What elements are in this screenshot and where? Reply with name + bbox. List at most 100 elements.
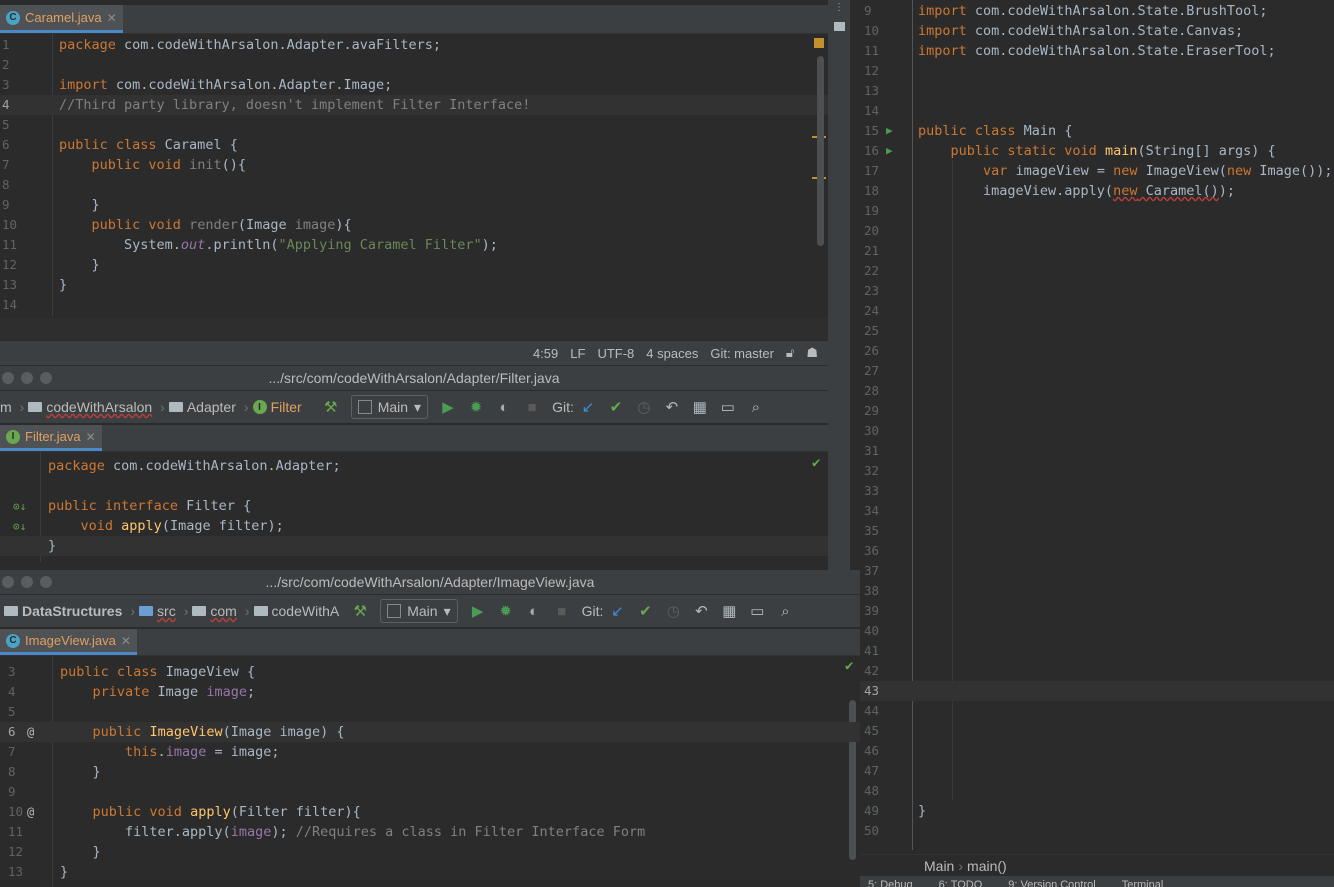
code-line[interactable]: 11 filter.apply(image); //Requires a cla… [0,822,860,842]
caret-position[interactable]: 4:59 [533,346,558,361]
code-line[interactable]: 5 [0,702,860,722]
code-line[interactable]: 9 import com.codeWithArsalon.State.BrushT… [828,1,1334,21]
code-line[interactable]: 16 ▶ public static void main(String[] arg… [828,141,1334,161]
run-icon[interactable]: ▶ [467,600,489,622]
stop-icon[interactable]: ■ [521,396,543,418]
vcs-commit-icon[interactable]: ✔ [634,600,656,622]
close-window-button[interactable] [2,372,14,384]
run-icon[interactable]: ▶ [437,396,459,418]
code-line[interactable] [0,476,828,496]
vertical-scrollbar[interactable] [817,56,824,246]
code-line[interactable]: 31 [828,441,1334,461]
code-line[interactable]: 12 } [0,842,860,862]
breadcrumb-class[interactable]: Main [924,858,954,874]
code-line[interactable]: 47 [828,761,1334,781]
code-line[interactable]: 15 ▶ public class Main { [828,121,1334,141]
code-line[interactable]: 25 [828,321,1334,341]
code-line[interactable]: 14 [0,295,828,315]
code-line[interactable]: 20 [828,221,1334,241]
close-icon[interactable]: ✕ [86,430,96,444]
code-line[interactable]: 48 [828,781,1334,801]
code-line[interactable]: 35 [828,521,1334,541]
code-line[interactable]: 7 this.image = image; [0,742,860,762]
code-line[interactable]: 43 [828,681,1334,701]
code-line[interactable]: 5 [0,115,828,135]
run-configuration-select[interactable]: Main ▾ [380,599,458,623]
git-branch[interactable]: Git: master [710,346,774,361]
code-line[interactable]: 11 import com.codeWithArsalon.State.Erase… [828,41,1334,61]
stop-icon[interactable]: ■ [551,600,573,622]
indent-setting[interactable]: 4 spaces [646,346,698,361]
tab-filter-java[interactable]: I Filter.java ✕ [0,425,102,451]
code-line[interactable]: 2 [0,55,828,75]
code-line[interactable]: 10 public void render(Image image){ [0,215,828,235]
code-line[interactable]: 10 @ public void apply(Filter filter){ [0,802,860,822]
zoom-window-button[interactable] [40,576,52,588]
revert-icon[interactable]: ↶ [661,396,683,418]
revert-icon[interactable]: ↶ [690,600,712,622]
code-line[interactable]: 24 [828,301,1334,321]
code-line[interactable]: 45 [828,721,1334,741]
breadcrumb-item[interactable]: I Filter [252,399,302,415]
code-line[interactable]: 6 public class Caramel { [0,135,828,155]
breadcrumb-item[interactable]: Adapter [168,399,236,415]
code-line[interactable]: 9 [0,782,860,802]
override-gutter-icon[interactable]: @ [27,722,34,742]
breadcrumb-item[interactable]: src [139,603,176,619]
code-line[interactable]: 26 [828,341,1334,361]
zoom-window-button[interactable] [40,372,52,384]
code-line[interactable]: 41 [828,641,1334,661]
project-structure-icon[interactable]: ▦ [689,396,711,418]
breadcrumb-item[interactable]: codeWithArsalon [28,399,152,415]
close-window-button[interactable] [2,576,14,588]
vcs-commit-icon[interactable]: ✔ [605,396,627,418]
todo-tool-button[interactable]: 6: TODO [939,876,983,887]
breadcrumb-item[interactable]: DataStructures [4,603,122,619]
code-line[interactable]: 6 @ public ImageView(Image image) { [0,722,860,742]
minimize-window-button[interactable] [21,372,33,384]
run-configuration-select[interactable]: Main ▾ [350,395,429,419]
code-line[interactable]: 12 [828,61,1334,81]
code-line[interactable]: 49} [828,801,1334,821]
code-line[interactable]: package com.codeWithArsalon.Adapter; [0,456,828,476]
coverage-icon[interactable]: ◐ [493,396,515,418]
project-structure-icon[interactable]: ▦ [718,600,740,622]
tab-caramel-java[interactable]: C Caramel.java ✕ [0,5,123,33]
code-line[interactable]: 4 //Third party library, doesn't implemen… [0,95,828,115]
code-line[interactable]: 11 System.out.println("Applying Caramel … [0,235,828,255]
search-icon[interactable]: ⌕ [745,396,767,418]
debug-tool-button[interactable]: 5: Debug [868,876,913,887]
imageview-code[interactable]: 3 public class ImageView {4 private Image… [0,662,860,882]
coverage-icon[interactable]: ◐ [523,600,545,622]
code-line[interactable]: 13 [828,81,1334,101]
code-line[interactable]: 32 [828,461,1334,481]
filter-code[interactable]: package com.codeWithArsalon.Adapter; publ… [0,456,828,556]
run-gutter-icon[interactable]: ▶ [886,121,893,141]
tab-imageview-java[interactable]: C ImageView.java ✕ [0,629,137,655]
override-gutter-icon[interactable]: @ [27,802,34,822]
file-encoding[interactable]: UTF-8 [597,346,634,361]
breadcrumb-item[interactable]: codeWithA [253,603,339,619]
search-icon[interactable]: ⌕ [774,600,796,622]
code-line[interactable]: 23 [828,281,1334,301]
code-line[interactable]: 28 [828,381,1334,401]
lock-icon[interactable]: 🔓︎ [786,345,794,361]
code-line[interactable]: 42 [828,661,1334,681]
code-line[interactable]: 8 } [0,762,860,782]
code-line[interactable]: 7 public void init(){ [0,155,828,175]
code-line[interactable]: 22 [828,261,1334,281]
code-line[interactable]: 3 public class ImageView { [0,662,860,682]
breadcrumb-method[interactable]: main() [967,858,1007,874]
code-line[interactable]: 44 [828,701,1334,721]
terminal-tool-button[interactable]: Terminal [1122,876,1164,887]
code-line[interactable]: public interface Filter { [0,496,828,516]
code-line[interactable]: 18 imageView.apply(new Caramel()); [828,181,1334,201]
code-line[interactable]: 27 [828,361,1334,381]
line-separator[interactable]: LF [570,346,585,361]
build-hammer-icon[interactable]: ⚒ [349,600,371,622]
code-line[interactable]: } [0,536,828,556]
code-line[interactable]: 17 var imageView = new ImageView(new Ima… [828,161,1334,181]
vcs-update-icon[interactable]: ↙ [606,600,628,622]
minimize-window-button[interactable] [21,576,33,588]
code-line[interactable]: void apply(Image filter); [0,516,828,536]
